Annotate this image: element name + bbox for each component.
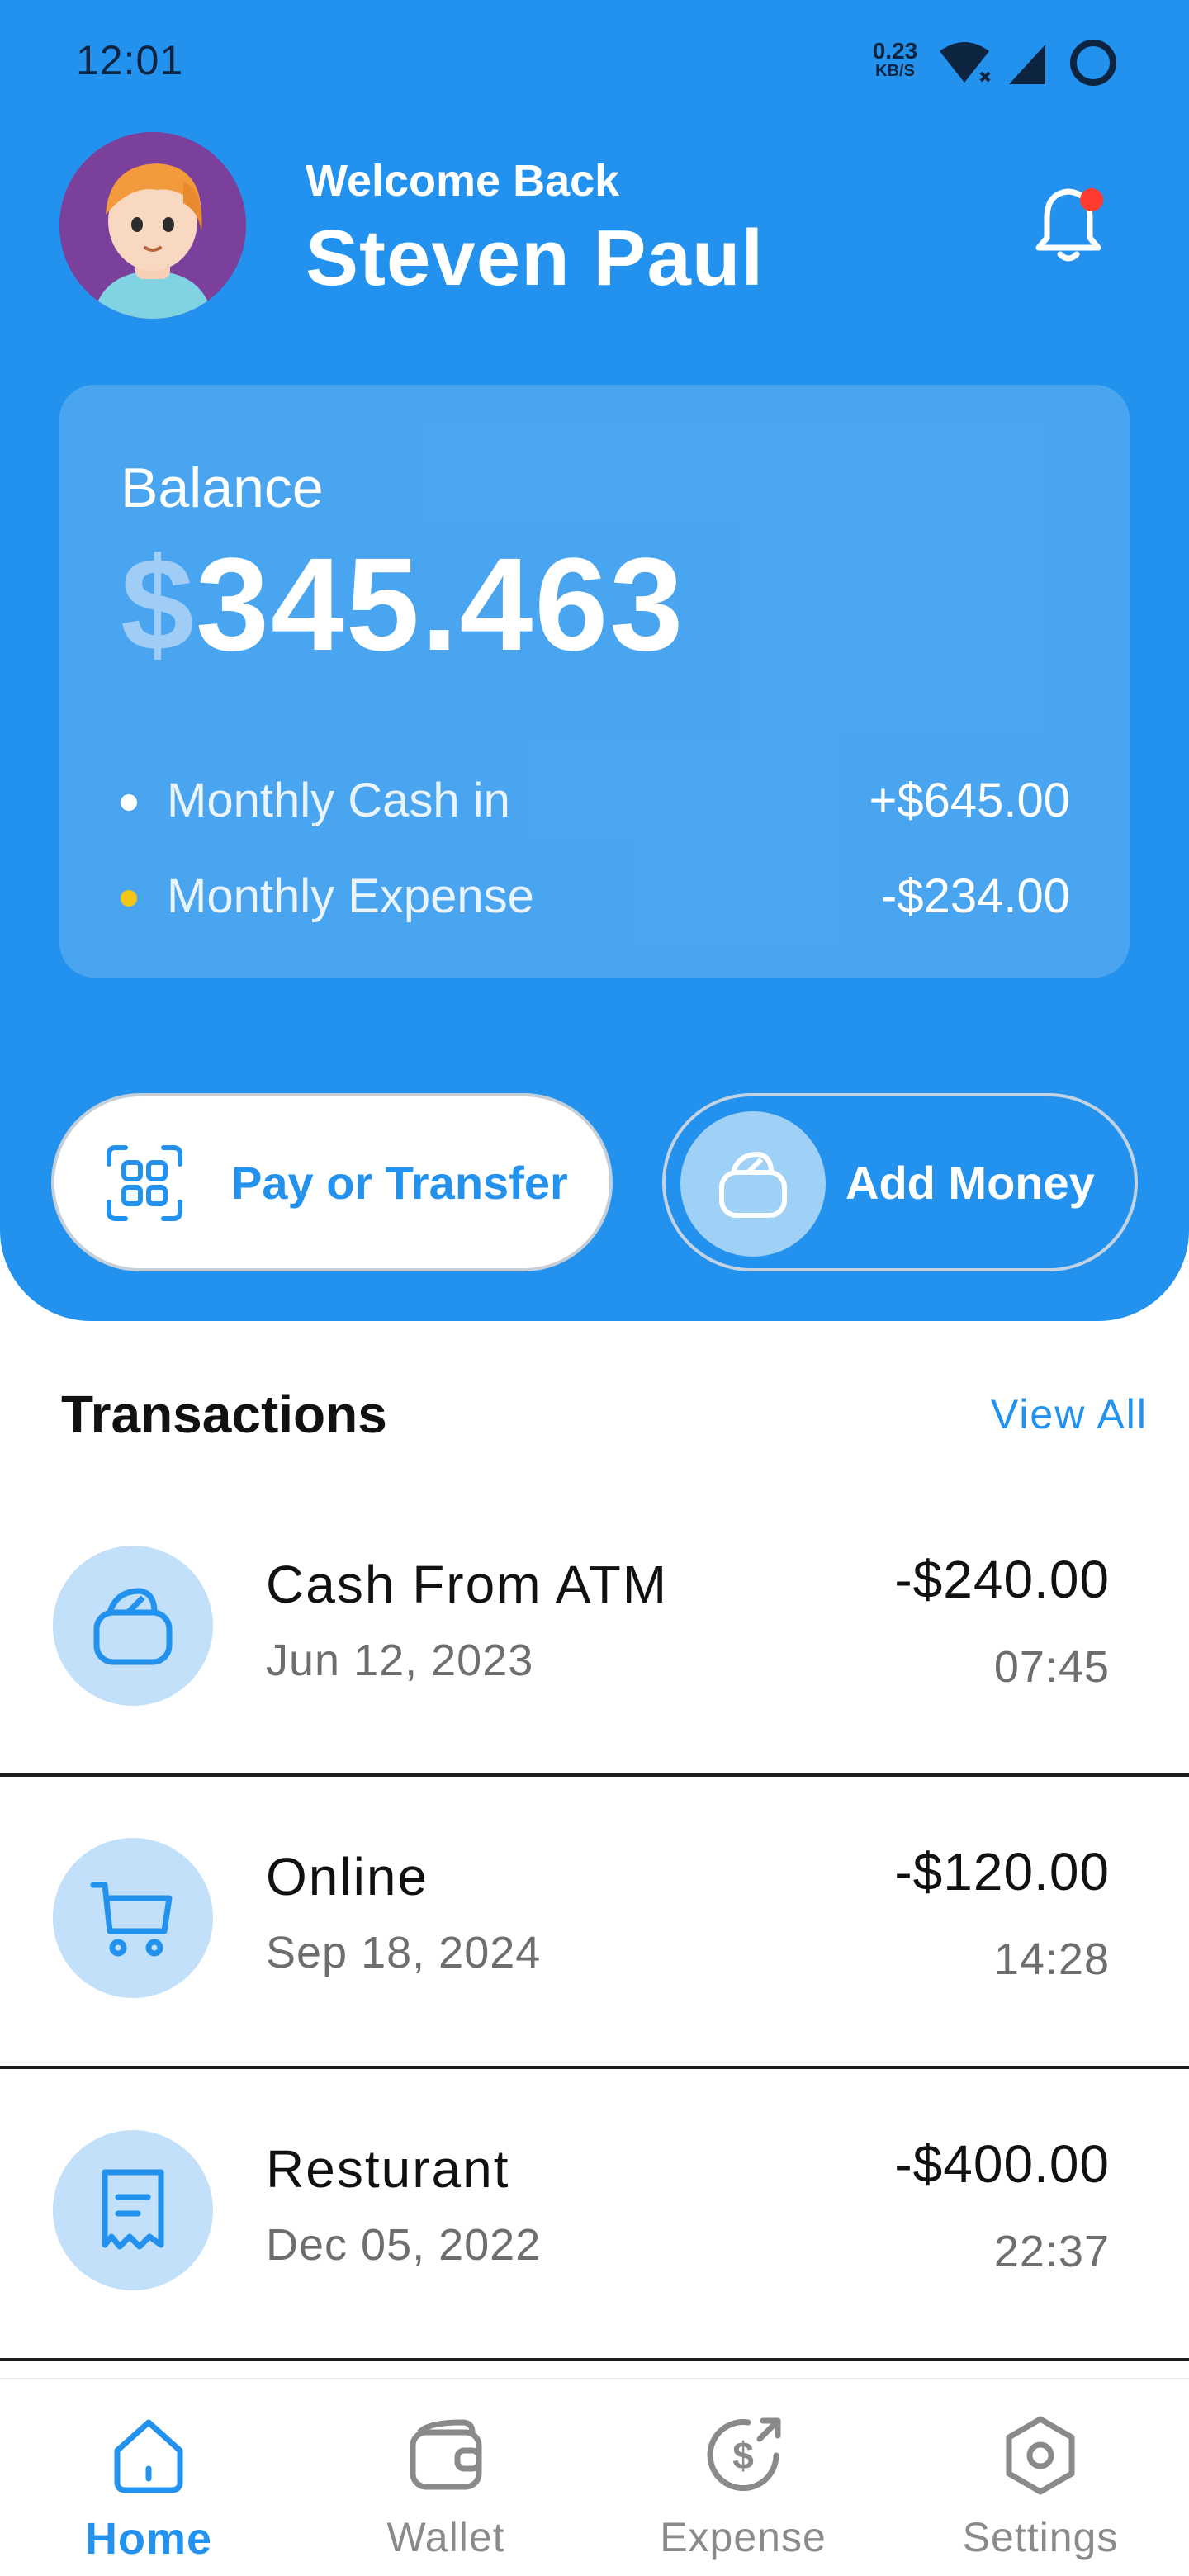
transaction-date: Dec 05, 2022 <box>266 2220 542 2270</box>
scan-qr-icon <box>107 1145 182 1221</box>
welcome-text: Welcome Back <box>306 156 620 206</box>
transaction-time: 22:37 <box>993 2227 1110 2276</box>
transaction-name: Resturant <box>266 2139 510 2199</box>
transaction-icon-circle <box>53 1838 213 1998</box>
balance-value: 345.463 <box>195 530 685 678</box>
status-icons <box>940 40 1116 86</box>
add-money-label: Add Money <box>846 1157 1095 1209</box>
monthly-cash-in-value: +$645.00 <box>869 774 1070 827</box>
add-money-icon-circle <box>680 1111 826 1257</box>
nav-home-label: Home <box>84 2514 213 2564</box>
balance-amount: $345.463 <box>121 538 685 670</box>
status-time: 12:01 <box>76 37 184 83</box>
notification-button[interactable] <box>1027 180 1110 271</box>
dollar-expense-icon: $ <box>707 2417 781 2492</box>
home-icon <box>114 2419 183 2493</box>
notification-dot <box>1080 188 1103 211</box>
transaction-amount: -$120.00 <box>894 1842 1110 1901</box>
nav-settings-label: Settings <box>962 2514 1119 2560</box>
nav-wallet-label: Wallet <box>386 2514 505 2560</box>
transaction-icon-circle <box>53 1546 213 1706</box>
transaction-time: 07:45 <box>993 1642 1110 1692</box>
avatar-illustration <box>59 132 246 319</box>
transaction-time: 14:28 <box>993 1934 1110 1984</box>
transaction-amount: -$240.00 <box>894 1550 1110 1609</box>
user-name: Steven Paul <box>306 214 765 302</box>
wifi-icon <box>940 42 991 83</box>
bell-icon <box>1035 188 1103 262</box>
svg-text:$: $ <box>732 2434 754 2477</box>
wallet-icon <box>410 2419 482 2490</box>
transaction-row[interactable]: Online Sep 18, 2024 -$120.00 14:28 <box>0 1778 1189 2069</box>
bottom-nav: Home Wallet $ Expense Settings <box>0 2378 1189 2576</box>
network-speed: 0.23 KB/S <box>867 38 923 80</box>
currency-symbol: $ <box>121 530 196 678</box>
status-bar: 12:01 0.23 KB/S <box>0 0 1189 124</box>
wallet-icon <box>719 1152 787 1218</box>
monthly-expense-value: -$234.00 <box>881 869 1070 923</box>
avatar[interactable] <box>59 132 246 319</box>
expense-dot <box>121 890 137 907</box>
cash-in-dot <box>121 794 137 811</box>
transaction-row[interactable]: Cash From ATM Jun 12, 2023 -$240.00 07:4… <box>0 1486 1189 1777</box>
nav-expense[interactable]: $ Expense <box>594 2379 892 2576</box>
transaction-date: Sep 18, 2024 <box>266 1928 542 1977</box>
balance-card: Balance $345.463 Monthly Cash in +$645.0… <box>59 385 1130 978</box>
network-speed-unit: KB/S <box>875 62 915 80</box>
nav-settings[interactable]: Settings <box>892 2379 1189 2576</box>
cart-icon <box>90 1882 173 1957</box>
signal-icon <box>1009 45 1045 84</box>
pay-or-transfer-button[interactable]: Pay or Transfer <box>51 1093 613 1271</box>
wallet-icon <box>93 1588 173 1665</box>
nav-expense-label: Expense <box>660 2514 827 2560</box>
settings-icon <box>1006 2416 1075 2495</box>
nav-home[interactable]: Home <box>0 2379 297 2576</box>
transaction-name: Online <box>266 1847 429 1906</box>
transaction-date: Jun 12, 2023 <box>266 1636 534 1685</box>
nav-wallet[interactable]: Wallet <box>297 2379 594 2576</box>
pay-or-transfer-label: Pay or Transfer <box>231 1157 568 1209</box>
view-all-link[interactable]: View All <box>991 1390 1148 1438</box>
battery-ring-icon <box>1070 40 1116 86</box>
monthly-cash-in-row: Monthly Cash in +$645.00 <box>121 768 1070 834</box>
transaction-amount: -$400.00 <box>894 2134 1110 2194</box>
transactions-title: Transactions <box>61 1385 387 1444</box>
receipt-icon <box>102 2169 164 2250</box>
balance-label: Balance <box>121 457 324 519</box>
network-speed-value: 0.23 <box>872 38 918 64</box>
monthly-expense-row: Monthly Expense -$234.00 <box>121 864 1070 930</box>
add-money-button[interactable]: Add Money <box>662 1093 1138 1271</box>
monthly-cash-in-label: Monthly Cash in <box>167 774 510 827</box>
transaction-row[interactable]: Resturant Dec 05, 2022 -$400.00 22:37 <box>0 2071 1189 2361</box>
transaction-icon-circle <box>53 2130 213 2290</box>
monthly-expense-label: Monthly Expense <box>167 869 534 923</box>
transaction-name: Cash From ATM <box>266 1555 669 1614</box>
